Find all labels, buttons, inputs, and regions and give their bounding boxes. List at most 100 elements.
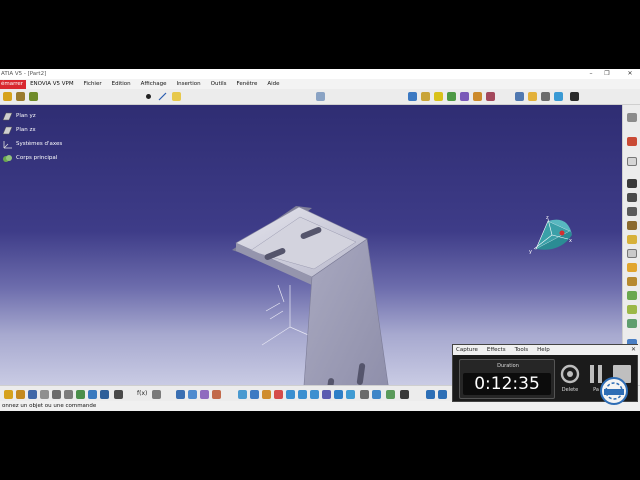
recorder-menu-bar: Capture Effects Tools Help ✕ [453, 345, 639, 355]
hide-show-icon[interactable] [515, 92, 524, 101]
mirror-icon[interactable] [627, 305, 637, 314]
fillet-icon[interactable] [627, 235, 637, 244]
cut-icon[interactable] [52, 390, 61, 399]
analysis-icon[interactable] [188, 390, 197, 399]
menu-outils[interactable]: Outils [211, 79, 227, 89]
part-design-icon[interactable] [29, 92, 38, 101]
normal-view-icon[interactable] [473, 92, 482, 101]
normal-view-bottom-icon[interactable] [310, 390, 319, 399]
catalog-icon[interactable] [212, 390, 221, 399]
point-icon[interactable] [146, 94, 151, 99]
view-mode-icon[interactable] [486, 92, 495, 101]
compass-y-label: y [529, 249, 532, 255]
zoom-out-bottom-icon[interactable] [298, 390, 307, 399]
chamfer-icon[interactable] [627, 249, 637, 258]
fit-all-bottom-icon[interactable] [250, 390, 259, 399]
rotate-bottom-icon[interactable] [274, 390, 283, 399]
3d-viewport[interactable]: Plan yz Plan zx Systèmes d'axes Corps pr… [0, 105, 622, 385]
minimize-button[interactable]: – [585, 69, 597, 79]
whats-this-icon[interactable] [114, 390, 123, 399]
top-toolbar [0, 89, 640, 105]
menu-insertion[interactable]: Insertion [176, 79, 200, 89]
start-menu[interactable]: émarrer [0, 79, 27, 89]
menu-edition[interactable]: Edition [112, 79, 131, 89]
pocket-icon[interactable] [627, 137, 637, 146]
pan-bottom-icon[interactable] [262, 390, 271, 399]
rotate-icon[interactable] [434, 92, 443, 101]
hide-show-bottom-icon[interactable] [360, 390, 369, 399]
plane-tool-icon[interactable] [172, 92, 181, 101]
measure-inertia-icon[interactable] [438, 390, 447, 399]
recorder-close-button[interactable]: ✕ [631, 345, 636, 355]
render-bottom-icon[interactable] [386, 390, 395, 399]
formula-button[interactable]: f(x) [137, 390, 147, 397]
iso-view-icon[interactable] [334, 390, 343, 399]
compass-widget[interactable]: z x y [524, 211, 582, 259]
compass-x-label: x [569, 238, 572, 244]
zoom-in-icon[interactable] [447, 92, 456, 101]
swap-bottom-icon[interactable] [372, 390, 381, 399]
channel-logo [600, 377, 628, 405]
line-icon[interactable] [158, 92, 167, 101]
multi-view-bottom-icon[interactable] [322, 390, 331, 399]
zoom-out-icon[interactable] [460, 92, 469, 101]
rib-icon[interactable] [627, 207, 637, 216]
window-title: ATIA V5 - [Part2] [1, 71, 47, 77]
pan-icon[interactable] [421, 92, 430, 101]
close-button[interactable]: ✕ [624, 69, 636, 79]
undo-icon[interactable] [88, 390, 97, 399]
zoom-in-bottom-icon[interactable] [286, 390, 295, 399]
new-icon[interactable] [4, 390, 13, 399]
title-bar: ATIA V5 - [Part2] – ❐ ✕ [0, 69, 640, 79]
scan-icon[interactable] [200, 390, 209, 399]
recorder-menu-effects[interactable]: Effects [487, 347, 506, 353]
paste-icon[interactable] [76, 390, 85, 399]
shaft-icon[interactable] [627, 157, 637, 166]
sketcher-icon[interactable] [16, 92, 25, 101]
thickness-icon[interactable] [627, 291, 637, 300]
pattern-icon[interactable] [627, 319, 637, 328]
fly-mode-icon[interactable] [238, 390, 247, 399]
recorder-menu-tools[interactable]: Tools [515, 347, 529, 353]
save-icon[interactable] [28, 390, 37, 399]
fit-all-icon[interactable] [408, 92, 417, 101]
duration-display: Duration 0:12:35 [459, 359, 555, 399]
pad-icon[interactable] [627, 113, 637, 122]
render-icon[interactable] [541, 92, 550, 101]
shading-icon[interactable] [346, 390, 355, 399]
swap-space-icon[interactable] [528, 92, 537, 101]
apply-material-icon[interactable] [426, 390, 435, 399]
measure-bottom-icon[interactable] [400, 390, 409, 399]
open-icon[interactable] [16, 390, 25, 399]
status-bar: onnez un objet ou une commande [0, 401, 640, 411]
measure-icon[interactable] [570, 92, 579, 101]
copy-icon[interactable] [64, 390, 73, 399]
right-toolbar [622, 105, 640, 385]
status-message: onnez un objet ou une commande [2, 403, 97, 409]
menu-fichier[interactable]: Fichier [84, 79, 102, 89]
shell-icon[interactable] [627, 277, 637, 286]
table-icon[interactable] [176, 390, 185, 399]
delete-button[interactable]: Delete [559, 363, 581, 397]
redo-icon[interactable] [100, 390, 109, 399]
grid-icon[interactable] [316, 92, 325, 101]
duration-label: Duration [497, 363, 519, 369]
hole-icon[interactable] [627, 193, 637, 202]
slot-icon[interactable] [627, 221, 637, 230]
print-icon[interactable] [40, 390, 49, 399]
delete-label: Delete [561, 387, 579, 393]
draft-icon[interactable] [627, 263, 637, 272]
menu-aide[interactable]: Aide [267, 79, 279, 89]
menu-fenetre[interactable]: Fenêtre [237, 79, 258, 89]
compass-z-label: z [546, 215, 549, 221]
workbench-icon[interactable] [3, 92, 12, 101]
comment-icon[interactable] [152, 390, 161, 399]
recorder-menu-help[interactable]: Help [537, 347, 550, 353]
menu-enovia[interactable]: ENOVIA V5 VPM [30, 79, 74, 89]
groove-icon[interactable] [627, 179, 637, 188]
delete-icon [560, 364, 580, 384]
menu-affichage[interactable]: Affichage [141, 79, 167, 89]
multi-view-icon[interactable] [554, 92, 563, 101]
restore-button[interactable]: ❐ [601, 69, 613, 79]
recorder-menu-capture[interactable]: Capture [456, 347, 478, 353]
